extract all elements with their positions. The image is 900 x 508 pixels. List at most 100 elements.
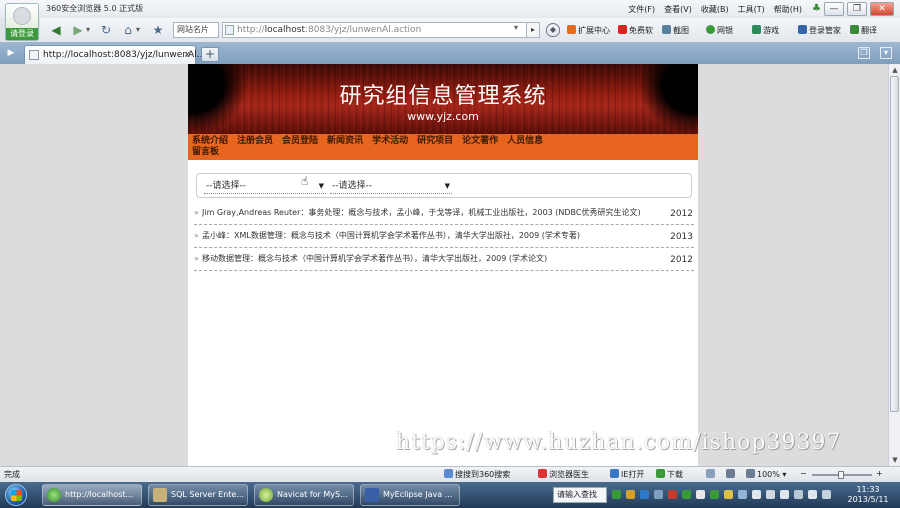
browser-doctor-button[interactable]: 浏览器医生 <box>538 469 589 480</box>
maximize-button[interactable]: ❐ <box>847 2 867 16</box>
go-button[interactable]: ▸ <box>526 22 540 38</box>
restore-tabs-icon[interactable]: ❐ <box>858 47 870 59</box>
free-software-button[interactable]: 免费软 <box>618 25 653 36</box>
list-item[interactable]: » Jim Gray,Andreas Reuter：事务处理：概念与技术，孟小峰… <box>194 202 694 225</box>
tray-icon[interactable] <box>696 490 705 499</box>
tray-icon[interactable] <box>808 490 817 499</box>
tray-icon[interactable] <box>682 490 691 499</box>
extension-center-button[interactable]: 扩展中心 <box>567 25 610 36</box>
nav-academic-activities[interactable]: 学术活动 <box>372 136 408 147</box>
refresh-icon[interactable]: ↻ <box>96 21 116 39</box>
tray-icon[interactable] <box>822 490 831 499</box>
filter-select-1-value: --请选择-- <box>206 181 246 191</box>
zoom-slider[interactable] <box>812 471 872 479</box>
taskbar-item-myeclipse[interactable]: MyEclipse Java ... <box>360 484 460 506</box>
nav-member-login[interactable]: 会员登陆 <box>282 136 318 147</box>
home-icon[interactable]: ⌂ <box>118 21 138 39</box>
close-button[interactable]: ✕ <box>870 2 894 16</box>
clock-time: 11:33 <box>856 485 880 494</box>
forward-dropdown-icon[interactable]: ▾ <box>86 21 90 39</box>
search-360-button[interactable]: 搜搜到360搜索 <box>444 469 510 480</box>
nav-papers[interactable]: 论文著作 <box>462 136 498 147</box>
taskbar-item-navicat[interactable]: Navicat for MyS... <box>254 484 354 506</box>
taskbar-item-browser[interactable]: http://localhost... <box>42 484 142 506</box>
tray-icon[interactable] <box>780 490 789 499</box>
games-button[interactable]: 游戏 <box>752 25 779 36</box>
tab-lunwen[interactable]: http://localhost:8083/yjz/lunwenAl... × <box>24 45 205 64</box>
translate-button[interactable]: 翻译 <box>850 25 877 36</box>
browser-titlebar: 请登录 360安全浏览器 5.0 正式版 文件(F) 查看(V) 收藏(B) 工… <box>0 0 900 41</box>
site-title: 研究组信息管理系统 <box>339 84 547 109</box>
tab-close-icon[interactable]: × <box>183 46 191 64</box>
nav-people[interactable]: 人员信息 <box>507 136 543 147</box>
menu-file[interactable]: 文件(F) <box>628 4 655 15</box>
filter-box: --请选择-- ▼ --请选择-- ▼ <box>196 173 692 198</box>
paper-title[interactable]: 孟小峰：XML数据管理：概念与技术（中国计算机学会学术著作丛书），清华大学出版社… <box>202 225 662 247</box>
address-bar[interactable]: http://localhost:8083/yjz/lunwenAl.actio… <box>222 22 534 38</box>
tray-icon[interactable] <box>640 490 649 499</box>
address-path: :8083/yjz/lunwenAl.action <box>304 25 422 35</box>
tray-icon[interactable] <box>766 490 775 499</box>
list-item[interactable]: » 孟小峰：XML数据管理：概念与技术（中国计算机学会学术著作丛书），清华大学出… <box>194 225 694 248</box>
ime-search-input[interactable]: 请输入查找 <box>553 487 607 503</box>
tray-icon[interactable] <box>612 490 621 499</box>
vertical-scrollbar[interactable]: ▲ ▼ <box>888 64 900 466</box>
menu-view[interactable]: 查看(V) <box>664 4 692 15</box>
tray-icon[interactable] <box>668 490 677 499</box>
zoom-in-icon[interactable]: + <box>876 469 883 478</box>
nav-register[interactable]: 注册会员 <box>237 136 273 147</box>
minimize-button[interactable]: — <box>824 2 844 16</box>
taskbar-clock[interactable]: 11:33 2013/5/11 <box>842 485 894 505</box>
nav-research-projects[interactable]: 研究项目 <box>417 136 453 147</box>
home-dropdown-icon[interactable]: ▾ <box>136 21 140 39</box>
security-shield-icon[interactable]: ◆ <box>546 23 560 37</box>
sidebar-toggle-icon[interactable]: ▶ <box>3 46 19 60</box>
menu-bar: 文件(F) 查看(V) 收藏(B) 工具(T) 帮助(H) <box>628 4 802 15</box>
filter-select-2[interactable]: --请选择-- ▼ <box>330 180 452 194</box>
back-icon[interactable]: ◀ <box>46 21 66 39</box>
browser-login-avatar[interactable]: 请登录 <box>5 3 39 41</box>
list-item[interactable]: » 移动数据管理：概念与技术（中国计算机学会学术著作丛书），清华大学出版社，20… <box>194 248 694 271</box>
speaker-icon[interactable] <box>726 469 737 479</box>
nav-system-intro[interactable]: 系统介绍 <box>192 136 228 147</box>
doctor-icon <box>538 469 547 478</box>
address-dropdown-icon[interactable]: ▾ <box>514 23 518 32</box>
new-tab-button[interactable]: + <box>201 47 219 62</box>
screenshot-button[interactable]: 截图 <box>662 25 689 36</box>
tray-icon[interactable] <box>654 490 663 499</box>
window-icon[interactable] <box>706 469 717 479</box>
scroll-down-icon[interactable]: ▼ <box>890 455 900 465</box>
start-button[interactable] <box>5 484 27 506</box>
paper-title[interactable]: 移动数据管理：概念与技术（中国计算机学会学术著作丛书），清华大学出版社，2009… <box>202 248 662 270</box>
star-icon[interactable]: ★ <box>148 21 168 39</box>
zoom-level[interactable]: 100% ▾ <box>746 469 786 479</box>
nav-news[interactable]: 新闻资讯 <box>327 136 363 147</box>
site-card-dropdown[interactable]: 网站名片 <box>173 22 219 38</box>
login-manager-button[interactable]: 登录管家 <box>798 25 841 36</box>
menu-tools[interactable]: 工具(T) <box>738 4 765 15</box>
site-nav-row: 留言板 <box>192 147 694 158</box>
scrollbar-thumb[interactable] <box>890 76 899 412</box>
forward-icon[interactable]: ▶ <box>68 21 88 39</box>
menu-favorites[interactable]: 收藏(B) <box>701 4 729 15</box>
nav-guestbook[interactable]: 留言板 <box>192 147 219 158</box>
site-nav: 系统介绍 注册会员 会员登陆 新闻资讯 学术活动 研究项目 论文著作 人员信息 … <box>188 134 698 160</box>
scroll-up-icon[interactable]: ▲ <box>890 65 900 75</box>
taskbar-item-sqlserver[interactable]: SQL Server Ente... <box>148 484 248 506</box>
tray-icon[interactable] <box>752 490 761 499</box>
tray-icon[interactable] <box>710 490 719 499</box>
tray-icon[interactable] <box>794 490 803 499</box>
online-banking-button[interactable]: 网银 <box>706 25 733 36</box>
site-banner: 研究组信息管理系统 www.yjz.com <box>188 64 698 134</box>
open-in-ie-button[interactable]: IE打开 <box>610 469 644 480</box>
clover-icon[interactable]: ♣ <box>812 4 822 14</box>
paper-title[interactable]: Jim Gray,Andreas Reuter：事务处理：概念与技术，孟小峰，于… <box>202 202 662 224</box>
zoom-slider-knob[interactable] <box>838 471 844 479</box>
tray-icon[interactable] <box>626 490 635 499</box>
menu-help[interactable]: 帮助(H) <box>774 4 802 15</box>
zoom-out-icon[interactable]: − <box>800 469 807 478</box>
tray-icon[interactable] <box>724 490 733 499</box>
trash-icon[interactable]: ▾ <box>880 47 892 59</box>
tray-icon[interactable] <box>738 490 747 499</box>
download-button[interactable]: 下载 <box>656 469 683 480</box>
